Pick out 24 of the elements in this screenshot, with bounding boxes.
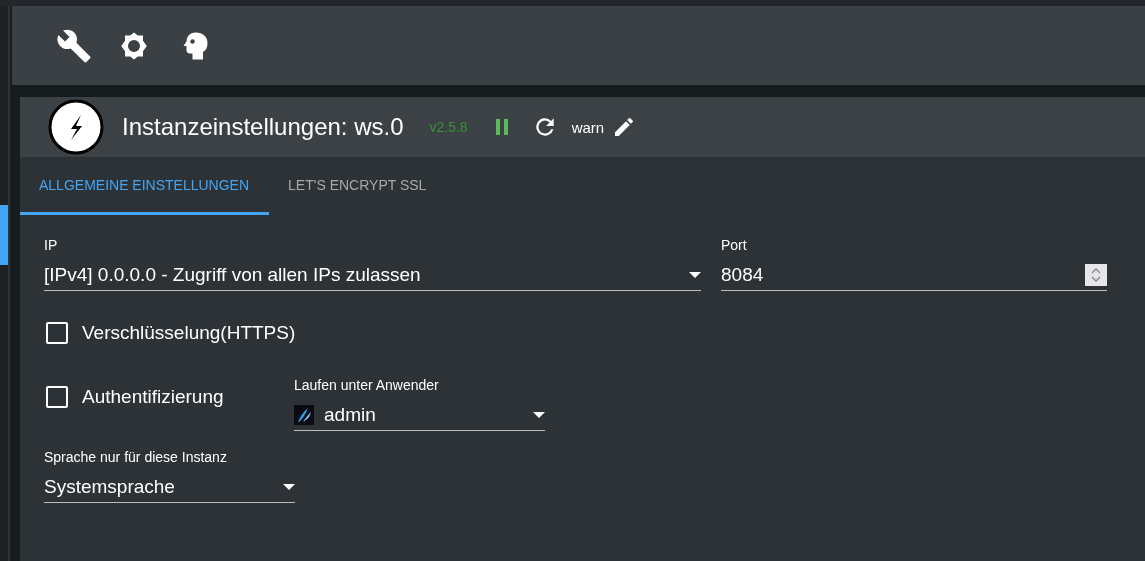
user-avatar-icon [294,404,314,425]
dropdown-field[interactable]: Systemsprache [44,473,295,503]
wrench-icon[interactable] [56,27,92,64]
field-label: Laufen unter Anwender [294,377,440,393]
dropdown-caret-icon[interactable] [283,483,295,490]
field-label: Sprache nur für diese Instanz [44,449,228,465]
field-label: Port [721,237,748,253]
checkbox-label[interactable]: Verschlüsselung(HTTPS) [82,322,296,344]
settings-tab[interactable]: ALLGEMEINE EINSTELLUNGEN [20,157,270,215]
dropdown-caret-icon[interactable] [533,411,545,418]
instance-title: Instanzeinstellungen: ws.0 [122,113,404,141]
log-level-label[interactable]: warn [571,118,605,136]
scroll-indicator [0,205,8,265]
port-field[interactable]: 8084 [721,261,1107,291]
dropdown-field[interactable]: [IPv4] 0.0.0.0 - Zugriff von allen IPs zulassen [44,261,701,291]
field-label: IP [44,237,59,253]
lightning-logo-icon [48,99,104,155]
checkbox-label[interactable]: Authentifizierung [82,386,224,408]
checkbox[interactable] [46,386,68,408]
checkbox[interactable] [46,322,68,344]
dropdown-caret-icon[interactable] [689,271,701,278]
version-label: v2.5.8 [429,119,468,135]
settings-tab[interactable]: LET'S ENCRYPT SSL [269,157,446,215]
user-select[interactable]: admin [294,401,545,431]
